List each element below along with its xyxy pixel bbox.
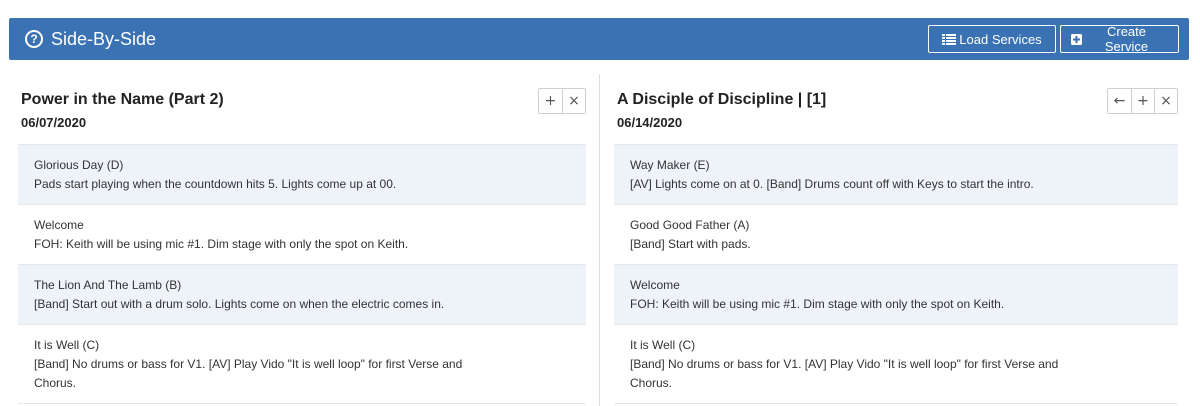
item-title: Welcome bbox=[34, 218, 84, 232]
create-service-button[interactable]: Create Service bbox=[1060, 24, 1179, 54]
add-button[interactable]: + bbox=[539, 89, 562, 113]
item-note: FOH: Keith will be using mic #1. Dim sta… bbox=[630, 297, 1005, 311]
service-item[interactable]: Welcome FOH: Keith will be using mic #1.… bbox=[614, 265, 1178, 325]
service-title: A Disciple of Discipline | [1] bbox=[617, 91, 827, 108]
service-item[interactable]: The Lion And The Lamb (B) [Band] Start o… bbox=[18, 265, 586, 325]
panel-actions: ← + × bbox=[1107, 88, 1178, 114]
item-title: The Lion And The Lamb (B) bbox=[34, 278, 182, 292]
service-panel-right: A Disciple of Discipline | [1] 06/14/202… bbox=[614, 74, 1178, 406]
panel-actions: + × bbox=[538, 88, 586, 114]
item-note: [AV] Lights come on at 0. [Band] Drums c… bbox=[630, 177, 1034, 191]
close-icon: × bbox=[1160, 93, 1172, 109]
service-item-list: Glorious Day (D) Pads start playing when… bbox=[18, 144, 586, 404]
load-services-button[interactable]: Load Services bbox=[928, 25, 1056, 53]
panel-header: A Disciple of Discipline | [1] 06/14/202… bbox=[614, 74, 1178, 144]
help-icon[interactable]: ? bbox=[25, 30, 43, 48]
brand: ? Side-By-Side bbox=[25, 29, 156, 50]
panel-header: Power in the Name (Part 2) 06/07/2020 + … bbox=[18, 74, 586, 144]
arrow-left-icon: ← bbox=[1113, 93, 1126, 109]
service-item[interactable]: Glorious Day (D) Pads start playing when… bbox=[18, 145, 586, 205]
item-title: Way Maker (E) bbox=[630, 158, 710, 172]
load-services-label: Load Services bbox=[959, 31, 1042, 47]
header-actions: Load Services Create Service bbox=[928, 24, 1179, 54]
service-item[interactable]: Good Good Father (A) [Band] Start with p… bbox=[614, 205, 1178, 265]
item-note: [Band] Start out with a drum solo. Light… bbox=[34, 297, 445, 311]
close-icon: × bbox=[568, 93, 580, 109]
app-title: Side-By-Side bbox=[51, 28, 157, 49]
back-button[interactable]: ← bbox=[1108, 89, 1131, 113]
service-item[interactable]: Way Maker (E) [AV] Lights come on at 0. … bbox=[614, 145, 1178, 205]
service-title: Power in the Name (Part 2) bbox=[21, 91, 224, 108]
column-divider bbox=[599, 74, 600, 406]
item-note: [Band] Start with pads. bbox=[630, 237, 751, 251]
item-note: Pads start playing when the countdown hi… bbox=[34, 177, 397, 191]
item-note: [Band] No drums or bass for V1. [AV] Pla… bbox=[34, 357, 463, 390]
list-icon bbox=[942, 33, 957, 45]
add-button[interactable]: + bbox=[1131, 89, 1154, 113]
item-title: Glorious Day (D) bbox=[34, 158, 124, 172]
service-item[interactable]: It is Well (C) [Band] No drums or bass f… bbox=[614, 325, 1178, 404]
item-title: Good Good Father (A) bbox=[630, 218, 750, 232]
close-button[interactable]: × bbox=[1154, 89, 1177, 113]
item-title: Welcome bbox=[630, 278, 680, 292]
close-button[interactable]: × bbox=[562, 89, 585, 113]
service-date: 06/14/2020 bbox=[617, 115, 683, 130]
service-item[interactable]: Welcome FOH: Keith will be using mic #1.… bbox=[18, 205, 586, 265]
item-title: It is Well (C) bbox=[34, 338, 100, 352]
service-panel-left: Power in the Name (Part 2) 06/07/2020 + … bbox=[18, 74, 586, 406]
service-date: 06/07/2020 bbox=[21, 115, 87, 130]
create-service-label: Create Service bbox=[1104, 24, 1149, 54]
service-item-list: Way Maker (E) [AV] Lights come on at 0. … bbox=[614, 144, 1178, 404]
app-header: ? Side-By-Side Load Services Create Serv… bbox=[9, 18, 1189, 60]
item-note: [Band] No drums or bass for V1. [AV] Pla… bbox=[630, 357, 1059, 390]
plus-icon: + bbox=[1137, 93, 1149, 109]
plus-icon: + bbox=[544, 93, 557, 109]
plus-square-icon bbox=[1071, 33, 1082, 45]
item-note: FOH: Keith will be using mic #1. Dim sta… bbox=[34, 237, 409, 251]
service-item[interactable]: It is Well (C) [Band] No drums or bass f… bbox=[18, 325, 586, 404]
item-title: It is Well (C) bbox=[630, 338, 696, 352]
